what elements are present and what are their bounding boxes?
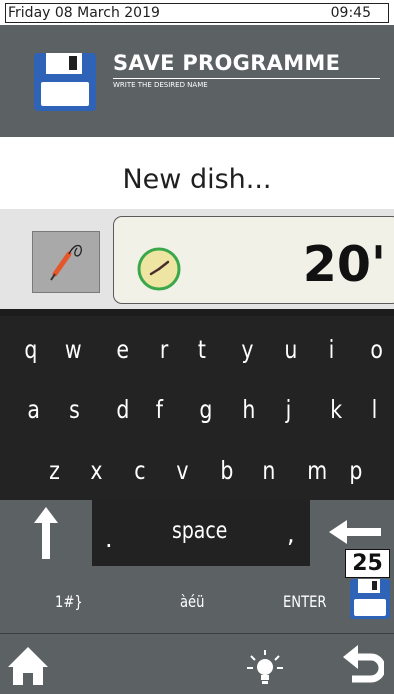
timer-value: 20' bbox=[302, 236, 386, 293]
page-subtitle: WRITE THE DESIRED NAME bbox=[113, 81, 208, 89]
key-z[interactable]: z bbox=[49, 458, 60, 483]
key-j[interactable]: j bbox=[286, 397, 292, 422]
key-v[interactable]: v bbox=[176, 458, 188, 483]
core-probe-icon bbox=[50, 244, 82, 281]
key-l[interactable]: l bbox=[372, 397, 378, 422]
key-k[interactable]: k bbox=[330, 397, 342, 422]
key-x[interactable]: x bbox=[90, 458, 102, 483]
key-a[interactable]: a bbox=[27, 397, 40, 422]
key-d[interactable]: d bbox=[116, 397, 129, 422]
key-h[interactable]: h bbox=[242, 397, 255, 422]
name-field-value: New dish... bbox=[122, 164, 272, 195]
symbols-key[interactable]: 1#} bbox=[55, 592, 83, 611]
status-time: 09:45 bbox=[330, 5, 371, 21]
title-underline bbox=[113, 78, 380, 79]
floppy-disk-icon[interactable] bbox=[349, 578, 391, 620]
key-y[interactable]: y bbox=[241, 337, 253, 362]
key-r[interactable]: r bbox=[160, 337, 168, 362]
character-counter: 25 bbox=[345, 549, 390, 578]
key-w[interactable]: w bbox=[65, 337, 82, 362]
enter-key[interactable]: ENTER bbox=[283, 592, 327, 611]
key-c[interactable]: c bbox=[134, 458, 145, 483]
key-b[interactable]: b bbox=[220, 458, 233, 483]
key-n[interactable]: n bbox=[262, 458, 275, 483]
key-o[interactable]: o bbox=[370, 337, 383, 362]
accents-key[interactable]: àéü bbox=[180, 592, 204, 611]
home-icon[interactable] bbox=[6, 644, 50, 688]
key-f[interactable]: f bbox=[156, 397, 163, 422]
key-dot[interactable]: . bbox=[105, 525, 113, 553]
key-p[interactable]: p bbox=[349, 458, 362, 483]
key-u[interactable]: u bbox=[284, 337, 297, 362]
key-m[interactable]: m bbox=[307, 458, 327, 483]
core-probe-button[interactable] bbox=[32, 231, 100, 293]
light-bulb-icon[interactable] bbox=[245, 648, 285, 688]
page-title: SAVE PROGRAMME bbox=[113, 51, 341, 75]
key-g[interactable]: g bbox=[199, 397, 212, 422]
shift-arrow-icon[interactable] bbox=[34, 507, 58, 559]
back-arrow-icon[interactable] bbox=[338, 643, 384, 689]
clock-icon bbox=[137, 247, 181, 291]
floppy-disk-icon bbox=[34, 53, 96, 111]
key-space[interactable]: space bbox=[172, 518, 227, 544]
status-date: Friday 08 March 2019 bbox=[8, 5, 160, 21]
key-s[interactable]: s bbox=[69, 397, 80, 422]
key-q[interactable]: q bbox=[24, 337, 37, 362]
footer-nav bbox=[0, 633, 394, 694]
key-i[interactable]: i bbox=[329, 337, 335, 362]
key-t[interactable]: t bbox=[198, 337, 206, 362]
key-e[interactable]: e bbox=[116, 337, 129, 362]
key-comma[interactable]: , bbox=[287, 520, 295, 548]
backspace-arrow-icon[interactable] bbox=[329, 520, 381, 544]
